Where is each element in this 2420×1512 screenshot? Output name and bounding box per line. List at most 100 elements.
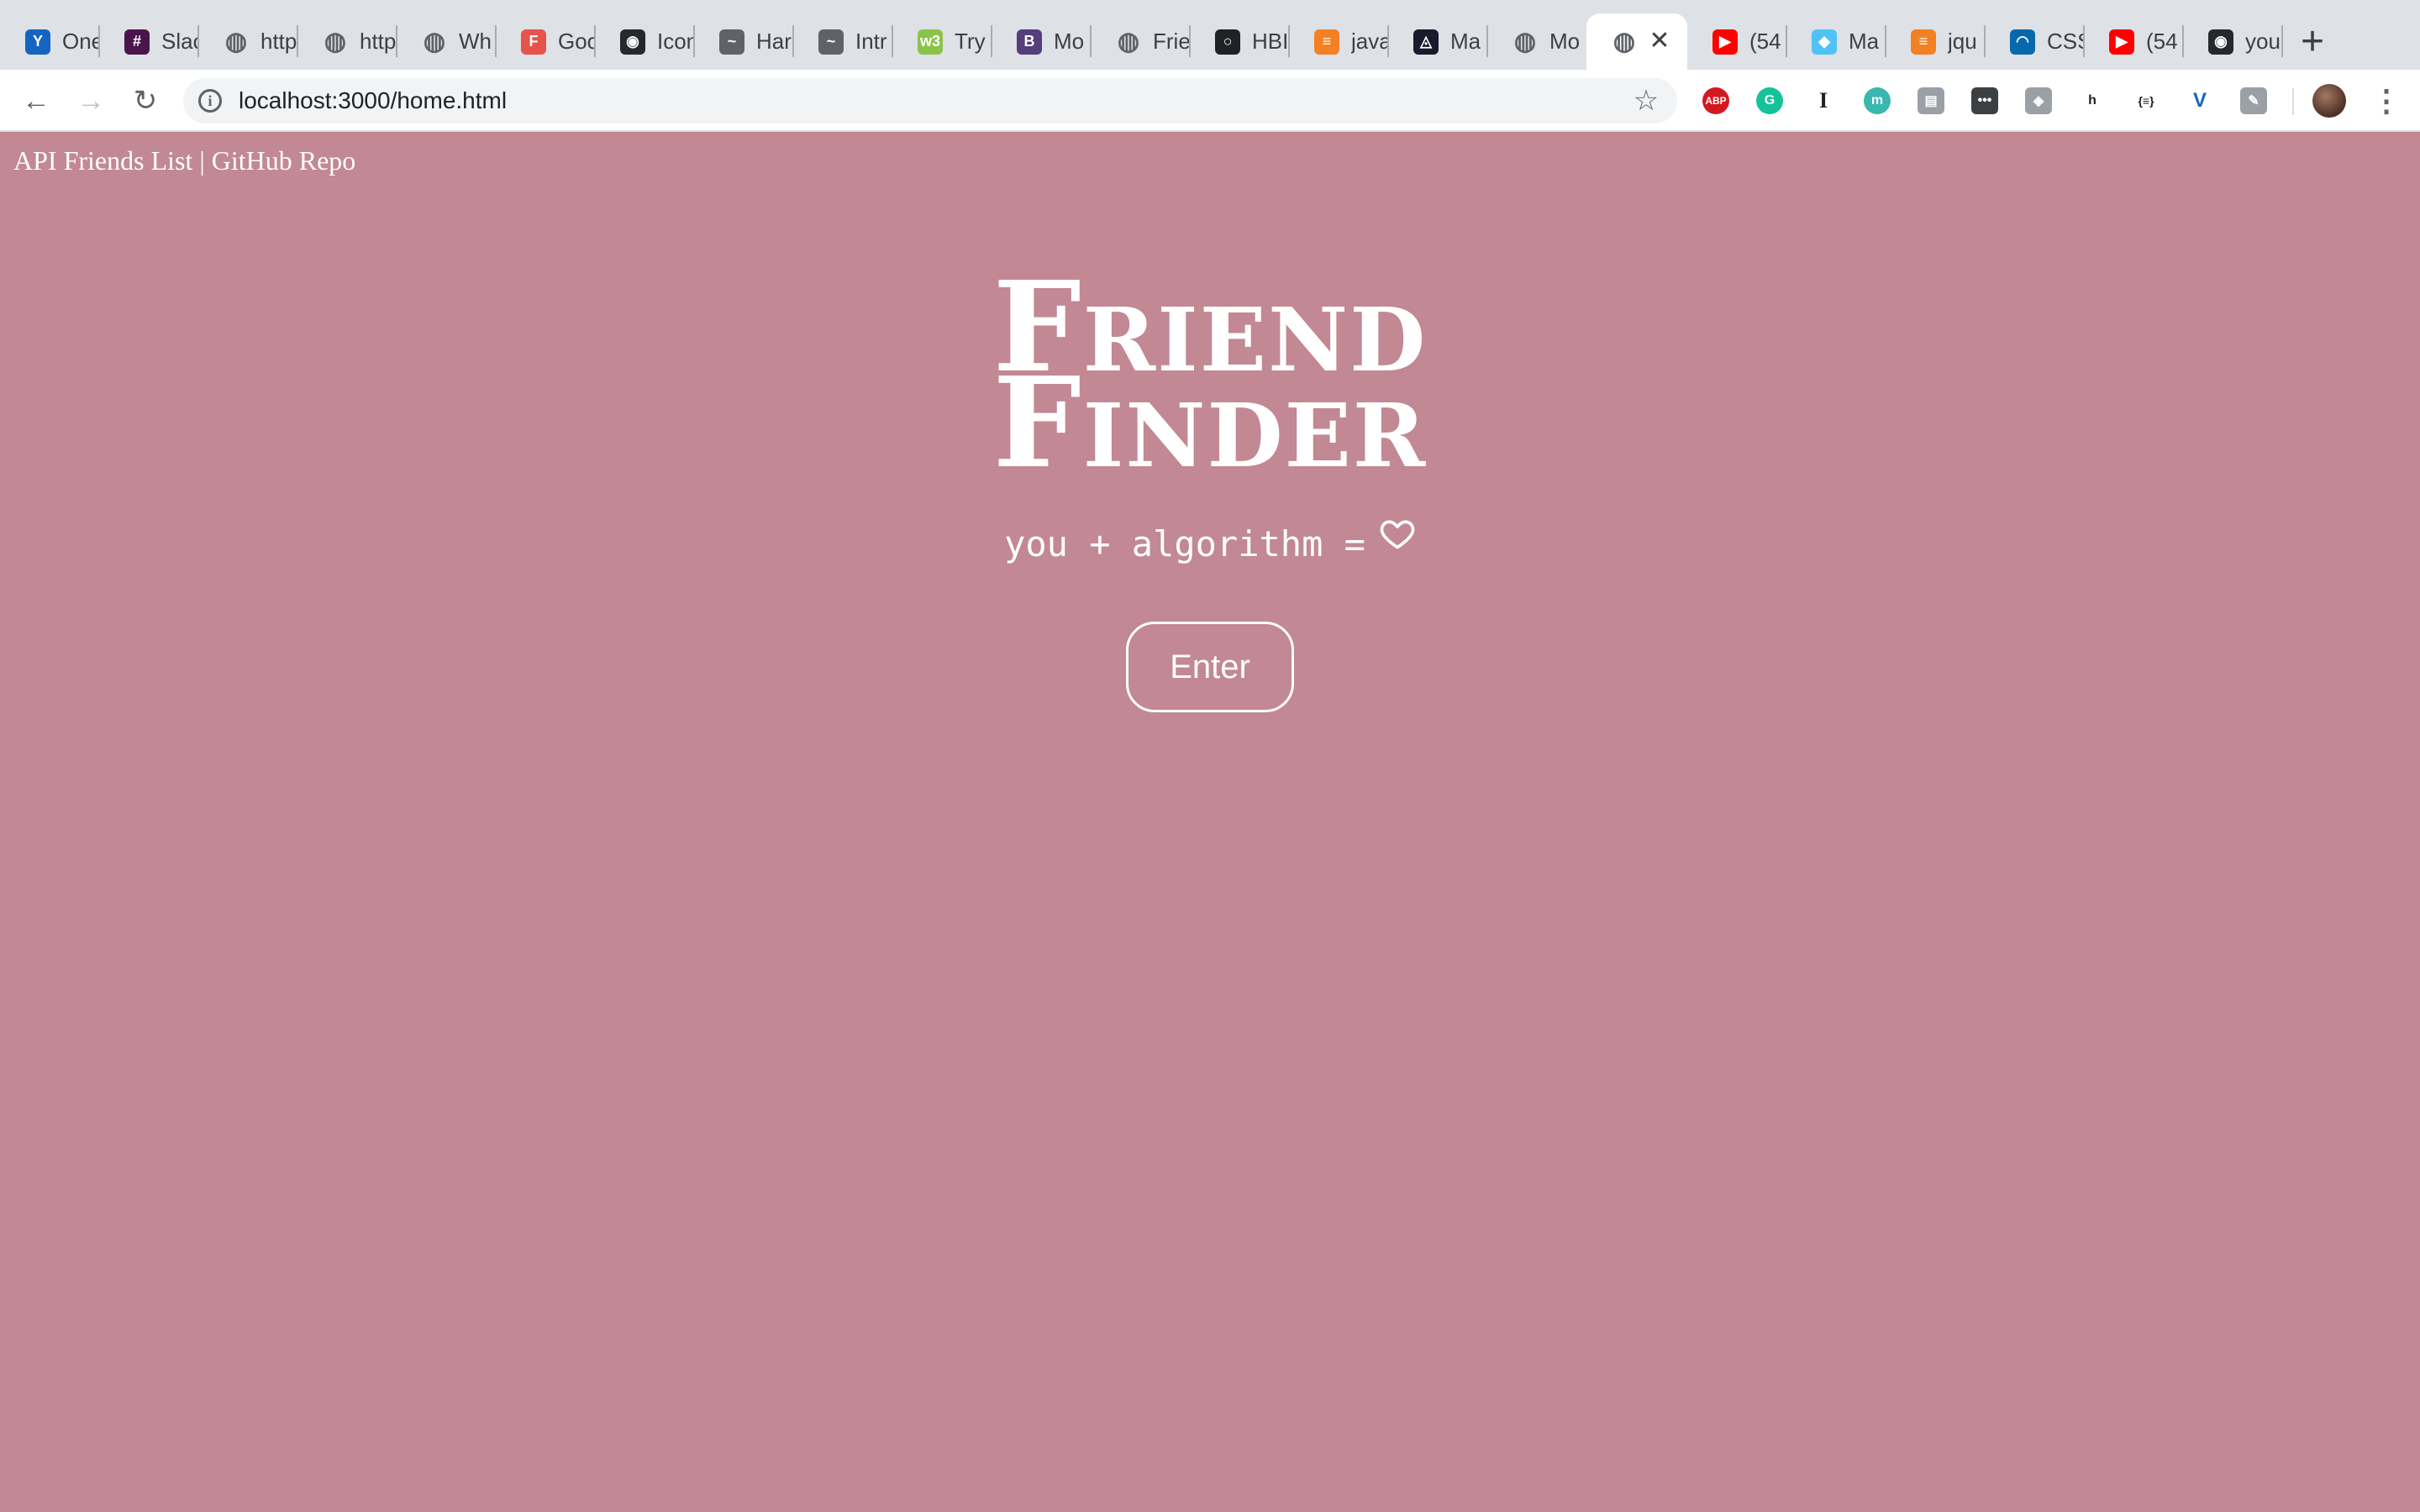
- tab-title: http: [260, 29, 297, 54]
- browser-tab[interactable]: ◉ Icon: [595, 13, 694, 70]
- nav-separator: |: [192, 145, 212, 176]
- github-octo-icon: ◉: [620, 29, 645, 55]
- tab-title: Goo: [558, 29, 595, 54]
- site-info-icon[interactable]: i: [198, 89, 222, 113]
- ring-icon: ○: [1215, 29, 1240, 55]
- browser-tab[interactable]: ◠ CSS: [1985, 13, 2084, 70]
- browser-tab[interactable]: ◍ Wh: [397, 13, 496, 70]
- heart-icon: [1380, 520, 1415, 549]
- tab-title: Icon: [657, 29, 694, 54]
- lastpass-icon[interactable]: •••: [1971, 87, 1998, 114]
- tab-title: Ma: [1450, 29, 1481, 54]
- w3schools-icon: w3: [918, 29, 943, 55]
- adblock-plus-icon[interactable]: ABP: [1702, 87, 1729, 114]
- tab-title: Try: [955, 29, 986, 54]
- browser-tab[interactable]: w3 Try: [892, 13, 992, 70]
- tab-title: java: [1351, 29, 1388, 54]
- bootstrap-icon: B: [1017, 29, 1042, 55]
- mercury-icon[interactable]: m: [1864, 87, 1891, 114]
- browser-tab[interactable]: ◆ Ma: [1786, 13, 1886, 70]
- jquery-icon: ◠: [2010, 29, 2035, 55]
- browser-tab[interactable]: ○ HBI: [1190, 13, 1289, 70]
- shield-icon[interactable]: ◈: [2025, 87, 2052, 114]
- tab-title: Frie: [1153, 29, 1190, 54]
- cap-icon: ◆: [1812, 29, 1837, 55]
- top-nav: API Friends List | GitHub Repo: [13, 145, 355, 176]
- browser-tab[interactable]: Y One: [0, 13, 99, 70]
- tab-title: Wh: [459, 29, 492, 54]
- tab-title: Ma: [1849, 29, 1880, 54]
- vee-icon: Y: [25, 29, 50, 55]
- browser-tab[interactable]: ≡ java: [1289, 13, 1388, 70]
- browser-tab[interactable]: ▶ (54: [1687, 13, 1786, 70]
- address-bar[interactable]: i ☆: [183, 78, 1677, 123]
- back-arrow-icon[interactable]: ←: [17, 81, 55, 120]
- page-content: API Friends List | GitHub Repo Friend Fi…: [0, 132, 2420, 1512]
- profile-avatar[interactable]: [2312, 84, 2346, 118]
- forward-arrow-icon[interactable]: →: [71, 81, 110, 120]
- tab-title: jqu: [1948, 29, 1977, 54]
- browser-tab[interactable]: ◍ Frie: [1091, 13, 1190, 70]
- kebab-menu-icon[interactable]: ⋮: [2371, 81, 2402, 120]
- browser-tab[interactable]: B Mo: [992, 13, 1091, 70]
- json-viewer-icon[interactable]: {≡}: [2133, 87, 2160, 114]
- tab-strip: Y One # Slac ◍ http ◍ http ◍ Wh F Goo ◉ Icon ~ Har ~ Intr…: [0, 0, 2420, 70]
- globe-icon: ◍: [423, 28, 446, 55]
- tab-title: Har: [756, 29, 792, 54]
- globe-icon: ◍: [1513, 28, 1537, 55]
- hypothesis-icon[interactable]: h: [2079, 87, 2106, 114]
- spotlight-icon: ◬: [1413, 29, 1439, 55]
- browser-tab[interactable]: F Goo: [496, 13, 595, 70]
- youtube-icon: ▶: [1712, 29, 1738, 55]
- browser-tab[interactable]: ◍ http: [198, 13, 297, 70]
- tab-title: (54: [2146, 29, 2178, 54]
- toolbar-divider: [2292, 88, 2294, 115]
- enter-button[interactable]: Enter: [1126, 622, 1294, 712]
- tab-active[interactable]: ◍ ✕: [1586, 13, 1687, 70]
- tab-title: Mo: [1054, 29, 1085, 54]
- github-icon: ◉: [2208, 29, 2233, 55]
- clipper-icon[interactable]: ▤: [1918, 87, 1944, 114]
- eyedropper-icon[interactable]: ✎: [2240, 87, 2267, 114]
- globe-icon: ◍: [1612, 28, 1636, 55]
- github-repo-link[interactable]: GitHub Repo: [212, 145, 356, 176]
- browser-tab[interactable]: ◍ Mo: [1487, 13, 1586, 70]
- instapaper-icon[interactable]: I: [1810, 87, 1837, 114]
- new-tab-plus-icon[interactable]: +: [2296, 20, 2329, 64]
- slack-icon: #: [124, 29, 150, 55]
- youtube-icon: ▶: [2109, 29, 2134, 55]
- grammarly-icon[interactable]: G: [1756, 87, 1783, 114]
- tab-title: Slac: [161, 29, 198, 54]
- browser-tab[interactable]: ◬ Ma: [1388, 13, 1487, 70]
- tab-title: Mo: [1549, 29, 1581, 54]
- stackoverflow-icon: ≡: [1314, 29, 1339, 55]
- f-icon: F: [521, 29, 546, 55]
- mustache-icon: ~: [818, 29, 844, 55]
- stackoverflow-icon: ≡: [1911, 29, 1936, 55]
- browser-tab[interactable]: ◍ http: [297, 13, 397, 70]
- browser-toolbar: ← → ↻ i ☆ ABP GIm ▤ ••• ◈ h {≡} V ✎ ⋮: [0, 70, 2420, 132]
- browser-tab[interactable]: ~ Intr: [793, 13, 892, 70]
- tab-title: CSS: [2047, 29, 2084, 54]
- tab-title: http: [360, 29, 397, 54]
- browser-tab[interactable]: ~ Har: [694, 13, 793, 70]
- browser-tab[interactable]: ◉ you: [2183, 13, 2282, 70]
- globe-icon: ◍: [1117, 28, 1140, 55]
- globe-icon: ◍: [324, 28, 347, 55]
- close-tab-icon[interactable]: ✕: [1647, 29, 1672, 54]
- tab-title: HBI: [1252, 29, 1289, 54]
- reload-icon[interactable]: ↻: [126, 81, 165, 120]
- bookmark-star-icon[interactable]: ☆: [1630, 85, 1662, 117]
- browser-tab[interactable]: # Slac: [99, 13, 198, 70]
- vee-ext-icon[interactable]: V: [2186, 87, 2213, 114]
- tab-title: (54: [1749, 29, 1781, 54]
- page-title-line-2: Finder: [992, 349, 1428, 496]
- globe-icon: ◍: [224, 28, 248, 55]
- browser-tab[interactable]: ▶ (54: [2084, 13, 2183, 70]
- browser-tab[interactable]: ≡ jqu: [1886, 13, 1985, 70]
- url-input[interactable]: [239, 78, 1549, 123]
- api-friends-list-link[interactable]: API Friends List: [13, 145, 192, 176]
- tab-separator: [2281, 25, 2283, 57]
- tab-title: Intr: [855, 29, 887, 54]
- tagline-text: you + algorithm =: [1004, 523, 1365, 564]
